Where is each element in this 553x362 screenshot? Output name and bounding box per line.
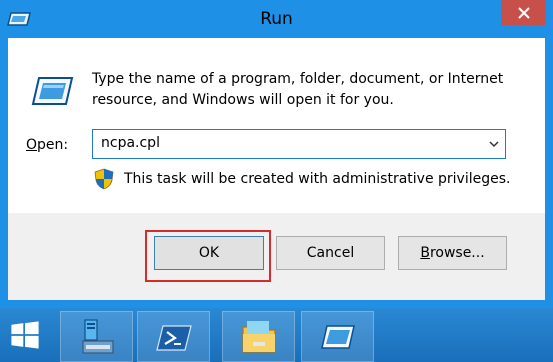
run-dialog-window: Run Type the name of a program, folder, …	[0, 0, 553, 308]
close-button[interactable]	[501, 0, 546, 25]
run-icon	[31, 77, 74, 105]
start-button[interactable]	[0, 308, 50, 362]
powershell-icon	[155, 324, 192, 351]
taskbar-run[interactable]	[301, 311, 374, 362]
dialog-description: Type the name of a program, folder, docu…	[92, 71, 504, 108]
taskbar-server-manager[interactable]	[60, 311, 133, 362]
open-label-text: pen:	[37, 137, 69, 153]
chevron-down-icon[interactable]	[489, 140, 499, 148]
taskbar	[0, 308, 553, 362]
taskbar-file-explorer[interactable]	[222, 311, 295, 362]
ok-highlight-box	[145, 230, 271, 282]
windows-start-icon	[11, 321, 39, 349]
browse-accelerator: B	[420, 245, 430, 261]
window-title: Run	[260, 9, 293, 29]
title-bar[interactable]: Run	[0, 0, 553, 38]
browse-button-label: rowse...	[429, 245, 485, 261]
open-label: Open:	[26, 137, 68, 153]
cancel-button[interactable]: Cancel	[276, 236, 385, 270]
browse-button[interactable]: Browse...	[398, 236, 507, 270]
open-combobox[interactable]: ncpa.cpl	[92, 129, 506, 159]
cancel-button-label: Cancel	[306, 245, 355, 261]
uac-shield-icon	[94, 168, 114, 190]
dialog-body: Type the name of a program, folder, docu…	[8, 38, 545, 300]
open-label-accelerator: O	[26, 137, 38, 153]
admin-privileges-note: This task will be created with administr…	[124, 171, 511, 187]
file-explorer-icon	[241, 320, 276, 353]
server-manager-icon	[81, 318, 114, 354]
run-icon	[320, 324, 355, 349]
taskbar-powershell[interactable]	[137, 311, 210, 362]
open-input[interactable]: ncpa.cpl	[101, 135, 160, 151]
close-icon	[517, 6, 530, 19]
